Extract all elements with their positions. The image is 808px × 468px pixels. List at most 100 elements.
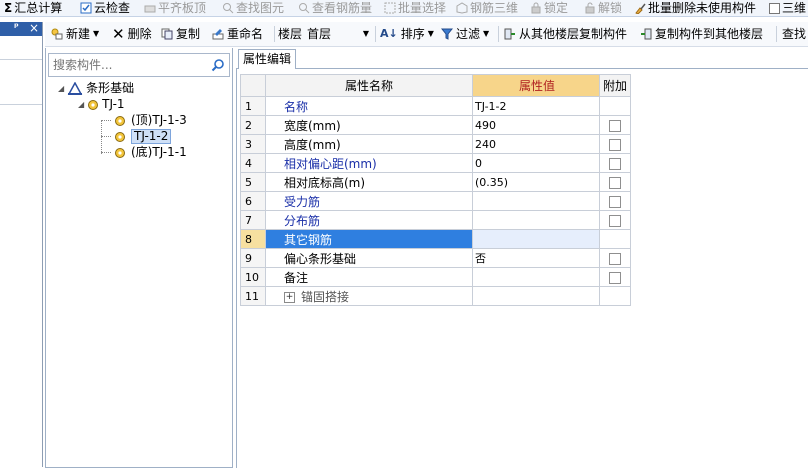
property-value-cell[interactable]: 否 bbox=[472, 248, 600, 268]
attach-cell bbox=[599, 134, 631, 154]
property-row[interactable]: 8 其它钢筋 bbox=[240, 229, 631, 249]
sort-button[interactable]: A↓ 排序 ▼ bbox=[380, 26, 434, 42]
row-number: 4 bbox=[240, 153, 266, 173]
view-rebar-button[interactable]: 查看钢筋量 bbox=[298, 0, 372, 16]
lock-button[interactable]: 锁定 bbox=[530, 0, 568, 16]
unlock-button[interactable]: 解锁 bbox=[584, 0, 622, 16]
property-value-cell[interactable] bbox=[472, 191, 600, 211]
attach-checkbox[interactable] bbox=[609, 138, 621, 151]
rebar-3d-label: 钢筋三维 bbox=[470, 1, 519, 15]
filter-button[interactable]: 过滤 ▼ bbox=[441, 26, 489, 42]
property-row[interactable]: 7 分布筋 bbox=[240, 210, 631, 230]
floor-label: 楼层 bbox=[278, 26, 302, 42]
gear-icon bbox=[88, 99, 99, 110]
property-row[interactable]: 5 相对底标高(m) (0.35) bbox=[240, 172, 631, 192]
tab-property-edit[interactable]: 属性编辑 bbox=[238, 49, 296, 69]
close-icon[interactable]: × bbox=[29, 21, 39, 35]
property-row[interactable]: 10 备注 bbox=[240, 267, 631, 287]
row-number: 10 bbox=[240, 267, 266, 287]
batch-select-button[interactable]: 批量选择 bbox=[384, 0, 446, 16]
row-number: 5 bbox=[240, 172, 266, 192]
view-rebar-label: 查看钢筋量 bbox=[312, 1, 373, 15]
view-3d-label: 三维 bbox=[782, 1, 807, 15]
property-value-cell[interactable]: TJ-1-2 bbox=[472, 96, 600, 116]
row-number: 3 bbox=[240, 134, 266, 154]
find-button[interactable]: 查找 bbox=[782, 26, 806, 42]
top-toolbar: Σ 汇总计算 云检查 平齐板顶 查找图元 查看钢筋量 批量选择 钢筋三维 锁定 … bbox=[0, 0, 808, 17]
tree-child-item[interactable]: (底)TJ-1-1 bbox=[101, 145, 187, 160]
copy-from-floor-button[interactable]: 从其他楼层复制构件 bbox=[504, 26, 627, 42]
property-name-cell: 宽度(mm) bbox=[265, 115, 473, 135]
attach-checkbox[interactable] bbox=[609, 119, 621, 132]
property-row[interactable]: 9 偏心条形基础否 bbox=[240, 248, 631, 268]
attach-checkbox[interactable] bbox=[609, 252, 621, 265]
copy-icon bbox=[161, 28, 173, 40]
property-row[interactable]: 1 名称 TJ-1-2 bbox=[240, 96, 631, 116]
tree-node-item[interactable]: ◢ TJ-1 bbox=[78, 97, 125, 112]
search-icon[interactable] bbox=[211, 58, 225, 72]
cloud-check-button[interactable]: 云检查 bbox=[80, 0, 130, 16]
tree-connector bbox=[101, 152, 111, 153]
property-name-cell: 偏心条形基础 bbox=[265, 248, 473, 268]
expand-plus-icon[interactable]: + bbox=[284, 291, 295, 303]
property-name-cell: 分布筋 bbox=[265, 210, 473, 230]
summary-calc-button[interactable]: Σ 汇总计算 bbox=[4, 0, 62, 16]
sort-icon: A↓ bbox=[380, 27, 398, 40]
property-value-cell[interactable] bbox=[472, 286, 600, 306]
batch-select-label: 批量选择 bbox=[398, 1, 447, 15]
divider bbox=[0, 104, 42, 105]
find-element-button[interactable]: 查找图元 bbox=[222, 0, 284, 16]
property-value-cell[interactable]: 0 bbox=[472, 153, 600, 173]
separator bbox=[776, 26, 777, 42]
row-number: 7 bbox=[240, 210, 266, 230]
find-element-label: 查找图元 bbox=[236, 1, 285, 15]
row-number-header bbox=[240, 74, 266, 97]
dropdown-arrow-icon: ▼ bbox=[483, 29, 490, 38]
view-3d-button[interactable]: 三维 bbox=[769, 0, 806, 16]
attach-checkbox[interactable] bbox=[609, 176, 621, 189]
attach-checkbox[interactable] bbox=[609, 157, 621, 170]
property-row[interactable]: 4 相对偏心距(mm) 0 bbox=[240, 153, 631, 173]
new-button[interactable]: 新建 ▼ bbox=[51, 26, 99, 42]
tree-connector bbox=[101, 136, 111, 137]
filter-icon bbox=[441, 28, 453, 40]
new-icon bbox=[51, 28, 63, 40]
property-value-cell[interactable]: 490 bbox=[472, 115, 600, 135]
property-row[interactable]: 11 + 锚固搭接 bbox=[240, 286, 631, 306]
rebar-3d-button[interactable]: 钢筋三维 bbox=[456, 0, 518, 16]
copy-button[interactable]: 复制 bbox=[161, 26, 200, 42]
property-value-header: 属性值 bbox=[472, 74, 600, 97]
attach-checkbox[interactable] bbox=[609, 214, 621, 227]
floor-select[interactable]: 首层 ▼ bbox=[307, 26, 369, 42]
tree-child-item-selected[interactable]: TJ-1-2 bbox=[101, 129, 172, 144]
property-row[interactable]: 2 宽度(mm) 490 bbox=[240, 115, 631, 135]
property-value-cell[interactable] bbox=[472, 267, 600, 287]
separator bbox=[274, 26, 275, 42]
property-value-cell[interactable]: (0.35) bbox=[472, 172, 600, 192]
property-value-cell[interactable] bbox=[472, 229, 600, 249]
property-row[interactable]: 3 高度(mm) 240 bbox=[240, 134, 631, 154]
separator bbox=[498, 26, 499, 42]
search-input[interactable] bbox=[51, 56, 205, 74]
dropdown-arrow-icon: ▼ bbox=[93, 29, 100, 38]
property-name-cell: + 锚固搭接 bbox=[265, 286, 473, 306]
gear-icon bbox=[115, 115, 125, 126]
tree-child-item[interactable]: (顶)TJ-1-3 bbox=[101, 113, 187, 128]
property-value-cell[interactable]: 240 bbox=[472, 134, 600, 154]
delete-button[interactable]: ✕ 删除 bbox=[112, 26, 152, 42]
unlock-label: 解锁 bbox=[598, 1, 623, 15]
batch-delete-unused-button[interactable]: 批量删除未使用构件 bbox=[634, 0, 756, 16]
tree-connector bbox=[101, 120, 111, 121]
property-value-cell[interactable] bbox=[472, 210, 600, 230]
row-number: 11 bbox=[240, 286, 266, 306]
pin-icon[interactable]: ᵖ bbox=[14, 22, 19, 33]
rename-button[interactable]: 重命名 bbox=[212, 26, 263, 42]
attach-checkbox[interactable] bbox=[609, 195, 621, 208]
copy-to-floor-button[interactable]: 复制构件到其他楼层 bbox=[640, 26, 763, 42]
attach-cell bbox=[599, 286, 631, 306]
property-name-cell: 其它钢筋 bbox=[265, 229, 473, 249]
align-slab-top-button[interactable]: 平齐板顶 bbox=[144, 0, 206, 16]
attach-checkbox[interactable] bbox=[609, 271, 621, 284]
property-row[interactable]: 6 受力筋 bbox=[240, 191, 631, 211]
tree-root-item[interactable]: ◢ 条形基础 bbox=[58, 81, 134, 96]
